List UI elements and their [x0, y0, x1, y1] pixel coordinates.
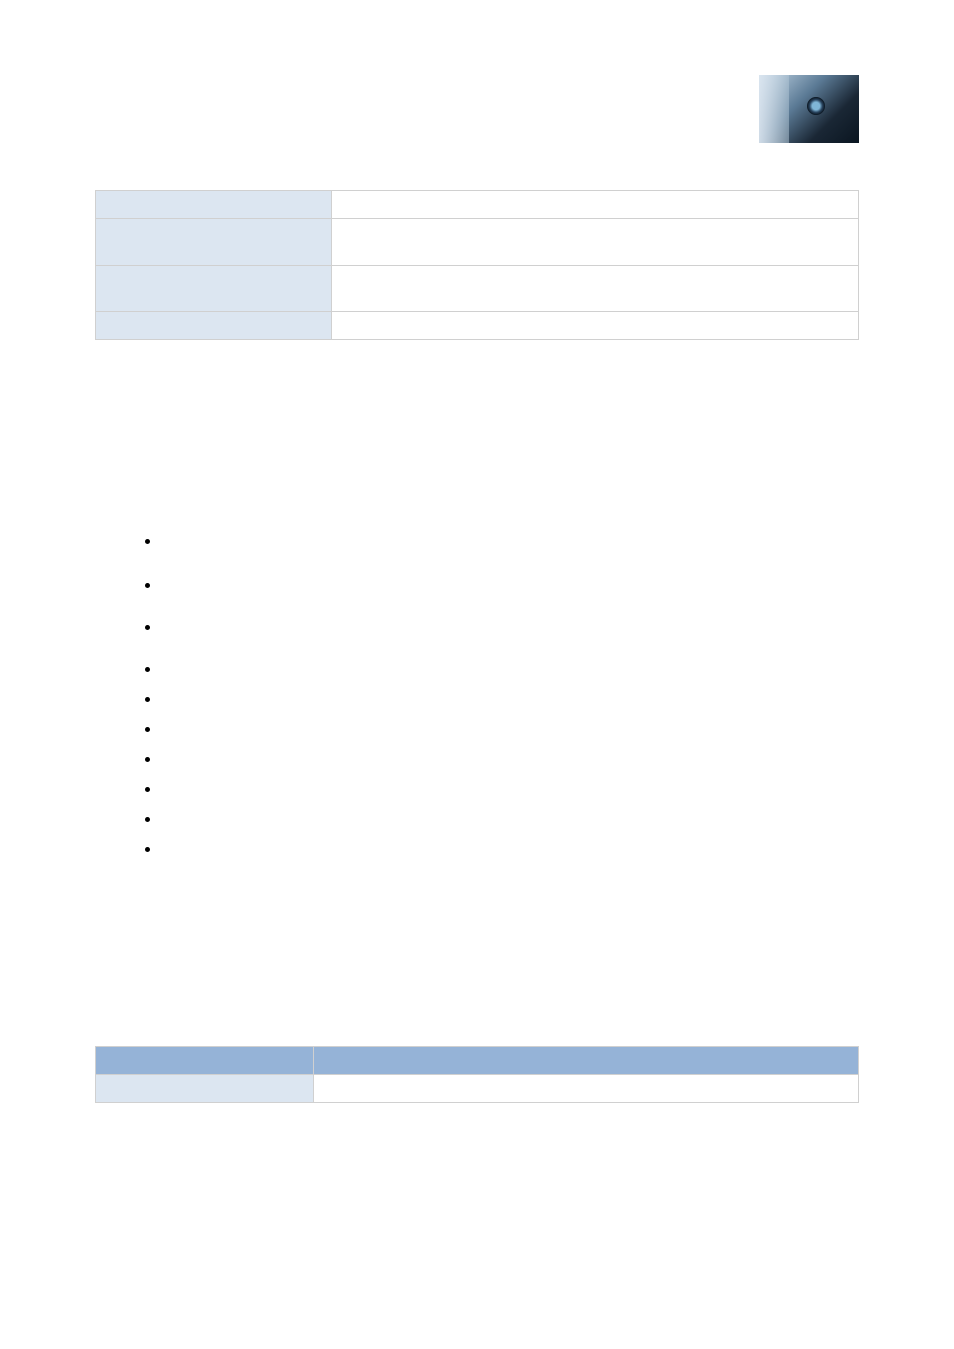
table-row [96, 1075, 859, 1103]
list-item [145, 618, 859, 638]
list-item [145, 720, 859, 740]
table-header-cell [96, 1047, 314, 1075]
table-row [96, 191, 859, 219]
table-row [96, 312, 859, 340]
table-header-row [96, 1047, 859, 1075]
table-value-cell [332, 312, 859, 340]
table-value-cell [332, 266, 859, 312]
list-item [145, 576, 859, 596]
list-item [145, 810, 859, 830]
table-label-cell [96, 266, 332, 312]
list-item [145, 532, 859, 552]
list-item [145, 840, 859, 860]
bullet-list [145, 532, 859, 860]
table-row [96, 266, 859, 312]
table-label-cell [96, 1075, 314, 1103]
table-value-cell [314, 1075, 859, 1103]
table-header-cell [314, 1047, 859, 1075]
info-table-1 [95, 190, 859, 340]
list-item [145, 750, 859, 770]
spacer [95, 75, 859, 190]
table-label-cell [96, 191, 332, 219]
logo-image [759, 75, 859, 143]
table-row [96, 219, 859, 266]
table-label-cell [96, 219, 332, 266]
table-value-cell [332, 219, 859, 266]
table-value-cell [332, 191, 859, 219]
table-label-cell [96, 312, 332, 340]
list-item [145, 690, 859, 710]
list-item [145, 660, 859, 680]
page-container [0, 0, 954, 1103]
info-table-2 [95, 1046, 859, 1103]
list-item [145, 780, 859, 800]
